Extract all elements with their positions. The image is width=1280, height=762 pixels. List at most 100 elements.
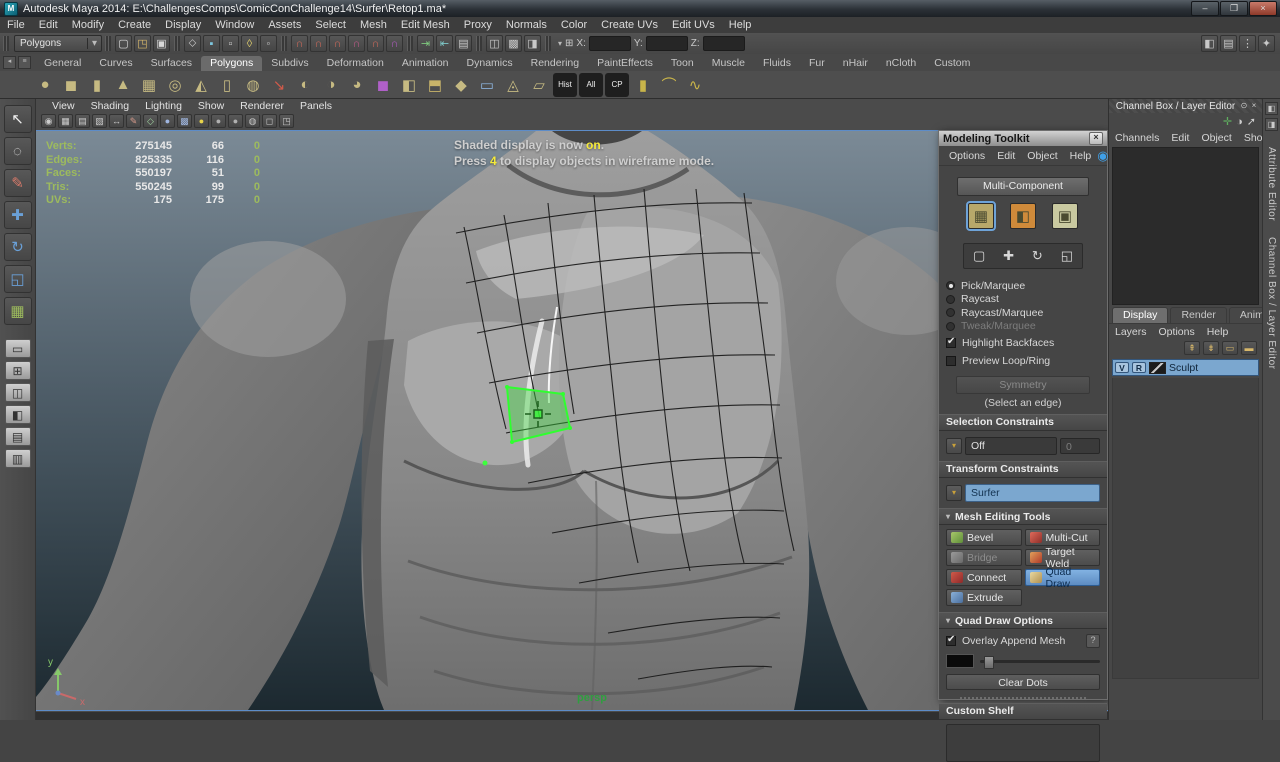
output-connections-icon[interactable]: ⇤ [436, 35, 453, 52]
menu-item[interactable]: Modify [65, 17, 111, 33]
toolkit-power-icon[interactable]: ◉ [1097, 149, 1108, 162]
persp-graph-layout-icon[interactable]: ◧ [5, 405, 31, 424]
symmetry-button[interactable]: Symmetry [956, 376, 1090, 394]
ipr-render-icon[interactable]: ◨ [524, 35, 541, 52]
channel-box-menu-item[interactable]: Channels [1109, 132, 1165, 144]
minimize-button[interactable]: – [1191, 1, 1219, 16]
shelf-tab[interactable]: General [35, 56, 90, 71]
menu-set-dropdown[interactable]: Polygons ▾ [14, 35, 102, 52]
shelf-tab[interactable]: Subdivs [262, 56, 317, 71]
construction-history-icon[interactable]: ▤ [455, 35, 472, 52]
select-tool-icon[interactable]: ↖ [4, 105, 32, 133]
layer-renderable-toggle[interactable]: R [1132, 362, 1146, 373]
panel-menu-item[interactable]: View [44, 100, 83, 112]
shelf-tab[interactable]: Custom [925, 56, 979, 71]
menu-item[interactable]: Create [111, 17, 158, 33]
mesh-tool-button[interactable]: Bevel [946, 529, 1022, 546]
checkbox-option[interactable]: Highlight Backfaces [946, 336, 1100, 351]
shelf-tab[interactable]: Dynamics [458, 56, 522, 71]
transform-constraint-dropdown[interactable]: Surfer [965, 484, 1100, 502]
persp-outliner-layout-icon[interactable]: ◫ [5, 383, 31, 402]
channel-stat-icon[interactable]: ➚ [1247, 115, 1256, 128]
mesh-tool-button[interactable]: Bridge [946, 549, 1022, 566]
face-selection-icon[interactable]: ▣ [1052, 203, 1078, 229]
grease-pencil-icon[interactable]: ✎ [126, 114, 141, 128]
select-camera-icon[interactable]: ◉ [41, 114, 56, 128]
shelf-tab[interactable]: Rendering [522, 56, 588, 71]
poly-helix-icon[interactable]: ◍ [241, 73, 265, 97]
chevron-down-icon[interactable]: ▾ [946, 438, 962, 454]
layer-menu-item[interactable]: Layers [1109, 326, 1153, 338]
snap-to-grid-icon[interactable]: ∩ [291, 35, 308, 52]
hypershade-layout-icon[interactable]: ▤ [5, 427, 31, 446]
grip-handle[interactable] [174, 36, 180, 51]
history-shelf-icon[interactable]: Hist [553, 73, 577, 97]
persp-uv-layout-icon[interactable]: ▥ [5, 449, 31, 468]
mtk-menu-item[interactable]: Edit [991, 150, 1021, 162]
snap-to-curve-icon[interactable]: ∩ [310, 35, 327, 52]
y-input[interactable] [646, 36, 688, 51]
clear-dots-button[interactable]: Clear Dots [946, 674, 1100, 690]
bevel-icon[interactable]: ◆ [449, 73, 473, 97]
poly-pipe-icon[interactable]: ▯ [215, 73, 239, 97]
dock-icon[interactable]: ◧ [1265, 102, 1278, 115]
bookmarks-icon[interactable]: ▤ [75, 114, 90, 128]
uv-editor-icon[interactable]: ◼ [371, 73, 395, 97]
radio-option[interactable]: Raycast [946, 293, 1100, 307]
move-tool-icon[interactable]: ✚ [4, 201, 32, 229]
create-layer-from-selected-icon[interactable]: ▬ [1241, 341, 1257, 355]
use-all-lights-icon[interactable]: ● [194, 114, 209, 128]
shelf-tab[interactable]: Curves [90, 56, 141, 71]
channel-manip-icon[interactable]: ✛ [1223, 115, 1232, 128]
twist-deformer-icon[interactable]: ∿ [683, 73, 707, 97]
snap-to-view-plane-icon[interactable]: ∩ [367, 35, 384, 52]
render-current-frame-icon[interactable]: ▩ [505, 35, 522, 52]
toggle-tool-settings-icon[interactable]: ⋮ [1239, 35, 1256, 52]
separate-icon[interactable]: ◑ [319, 73, 343, 97]
poly-cylinder-icon[interactable]: ▮ [85, 73, 109, 97]
rotate-tool-icon[interactable]: ↻ [4, 233, 32, 261]
chevron-down-icon[interactable]: ▾ [558, 39, 562, 48]
shelf-tab[interactable]: Polygons [201, 56, 262, 71]
dock-tab[interactable]: Attribute Editor [1266, 147, 1277, 221]
wireframe-mode-icon[interactable]: ◇ [143, 114, 158, 128]
scale-tool-icon[interactable]: ◱ [4, 265, 32, 293]
overlay-opacity-slider[interactable] [980, 660, 1100, 663]
snap-to-projected-center-icon[interactable]: ∩ [348, 35, 365, 52]
create-empty-layer-icon[interactable]: ▭ [1222, 341, 1238, 355]
camera-attributes-icon[interactable]: ▦ [58, 114, 73, 128]
layer-color-swatch[interactable] [1149, 362, 1166, 374]
checkbox-option[interactable]: Preview Loop/Ring [946, 354, 1100, 369]
channel-box-menu-item[interactable]: Object [1195, 132, 1237, 144]
input-connections-icon[interactable]: ⇥ [417, 35, 434, 52]
channel-list-area[interactable] [1112, 147, 1259, 305]
image-plane-icon[interactable]: ▧ [92, 114, 107, 128]
close-icon[interactable]: × [1089, 132, 1103, 145]
multi-component-button[interactable]: Multi-Component [957, 177, 1089, 196]
bridge-icon[interactable]: ▭ [475, 73, 499, 97]
menu-item[interactable]: Proxy [457, 17, 499, 33]
channel-speed-icon[interactable]: ◑ [1236, 116, 1243, 128]
close-icon[interactable]: × [1249, 101, 1259, 111]
vertex-selection-icon[interactable]: ▦ [968, 203, 994, 229]
menu-item[interactable]: Display [158, 17, 208, 33]
radio-option[interactable]: Pick/Marquee [946, 279, 1100, 293]
close-button[interactable]: × [1249, 1, 1277, 16]
x-input[interactable] [589, 36, 631, 51]
select-by-component-icon[interactable]: ▫ [222, 35, 239, 52]
input-mode-icon[interactable]: ⊞ [565, 38, 573, 49]
selection-constraints-header[interactable]: Selection Constraints [939, 414, 1107, 431]
collapse-icon[interactable]: ◨ [1265, 118, 1278, 131]
select-by-hierarchy-icon[interactable]: ⬦ [184, 35, 201, 52]
single-pane-layout-icon[interactable]: ▭ [5, 339, 31, 358]
shelf-tab[interactable]: Muscle [703, 56, 754, 71]
menu-item[interactable]: Mesh [353, 17, 394, 33]
render-view-icon[interactable]: ◫ [486, 35, 503, 52]
mtk-move-icon[interactable]: ✚ [1003, 248, 1014, 264]
mesh-editing-tools-header[interactable]: ▾ Mesh Editing Tools [939, 508, 1107, 525]
constraint-dropdown[interactable]: Off [965, 437, 1057, 455]
transform-constraints-header[interactable]: Transform Constraints [939, 461, 1107, 478]
layer-tab[interactable]: Render [1170, 307, 1226, 323]
grip-handle[interactable] [105, 36, 111, 51]
wireframe-on-shaded-icon[interactable]: ◳ [279, 114, 294, 128]
